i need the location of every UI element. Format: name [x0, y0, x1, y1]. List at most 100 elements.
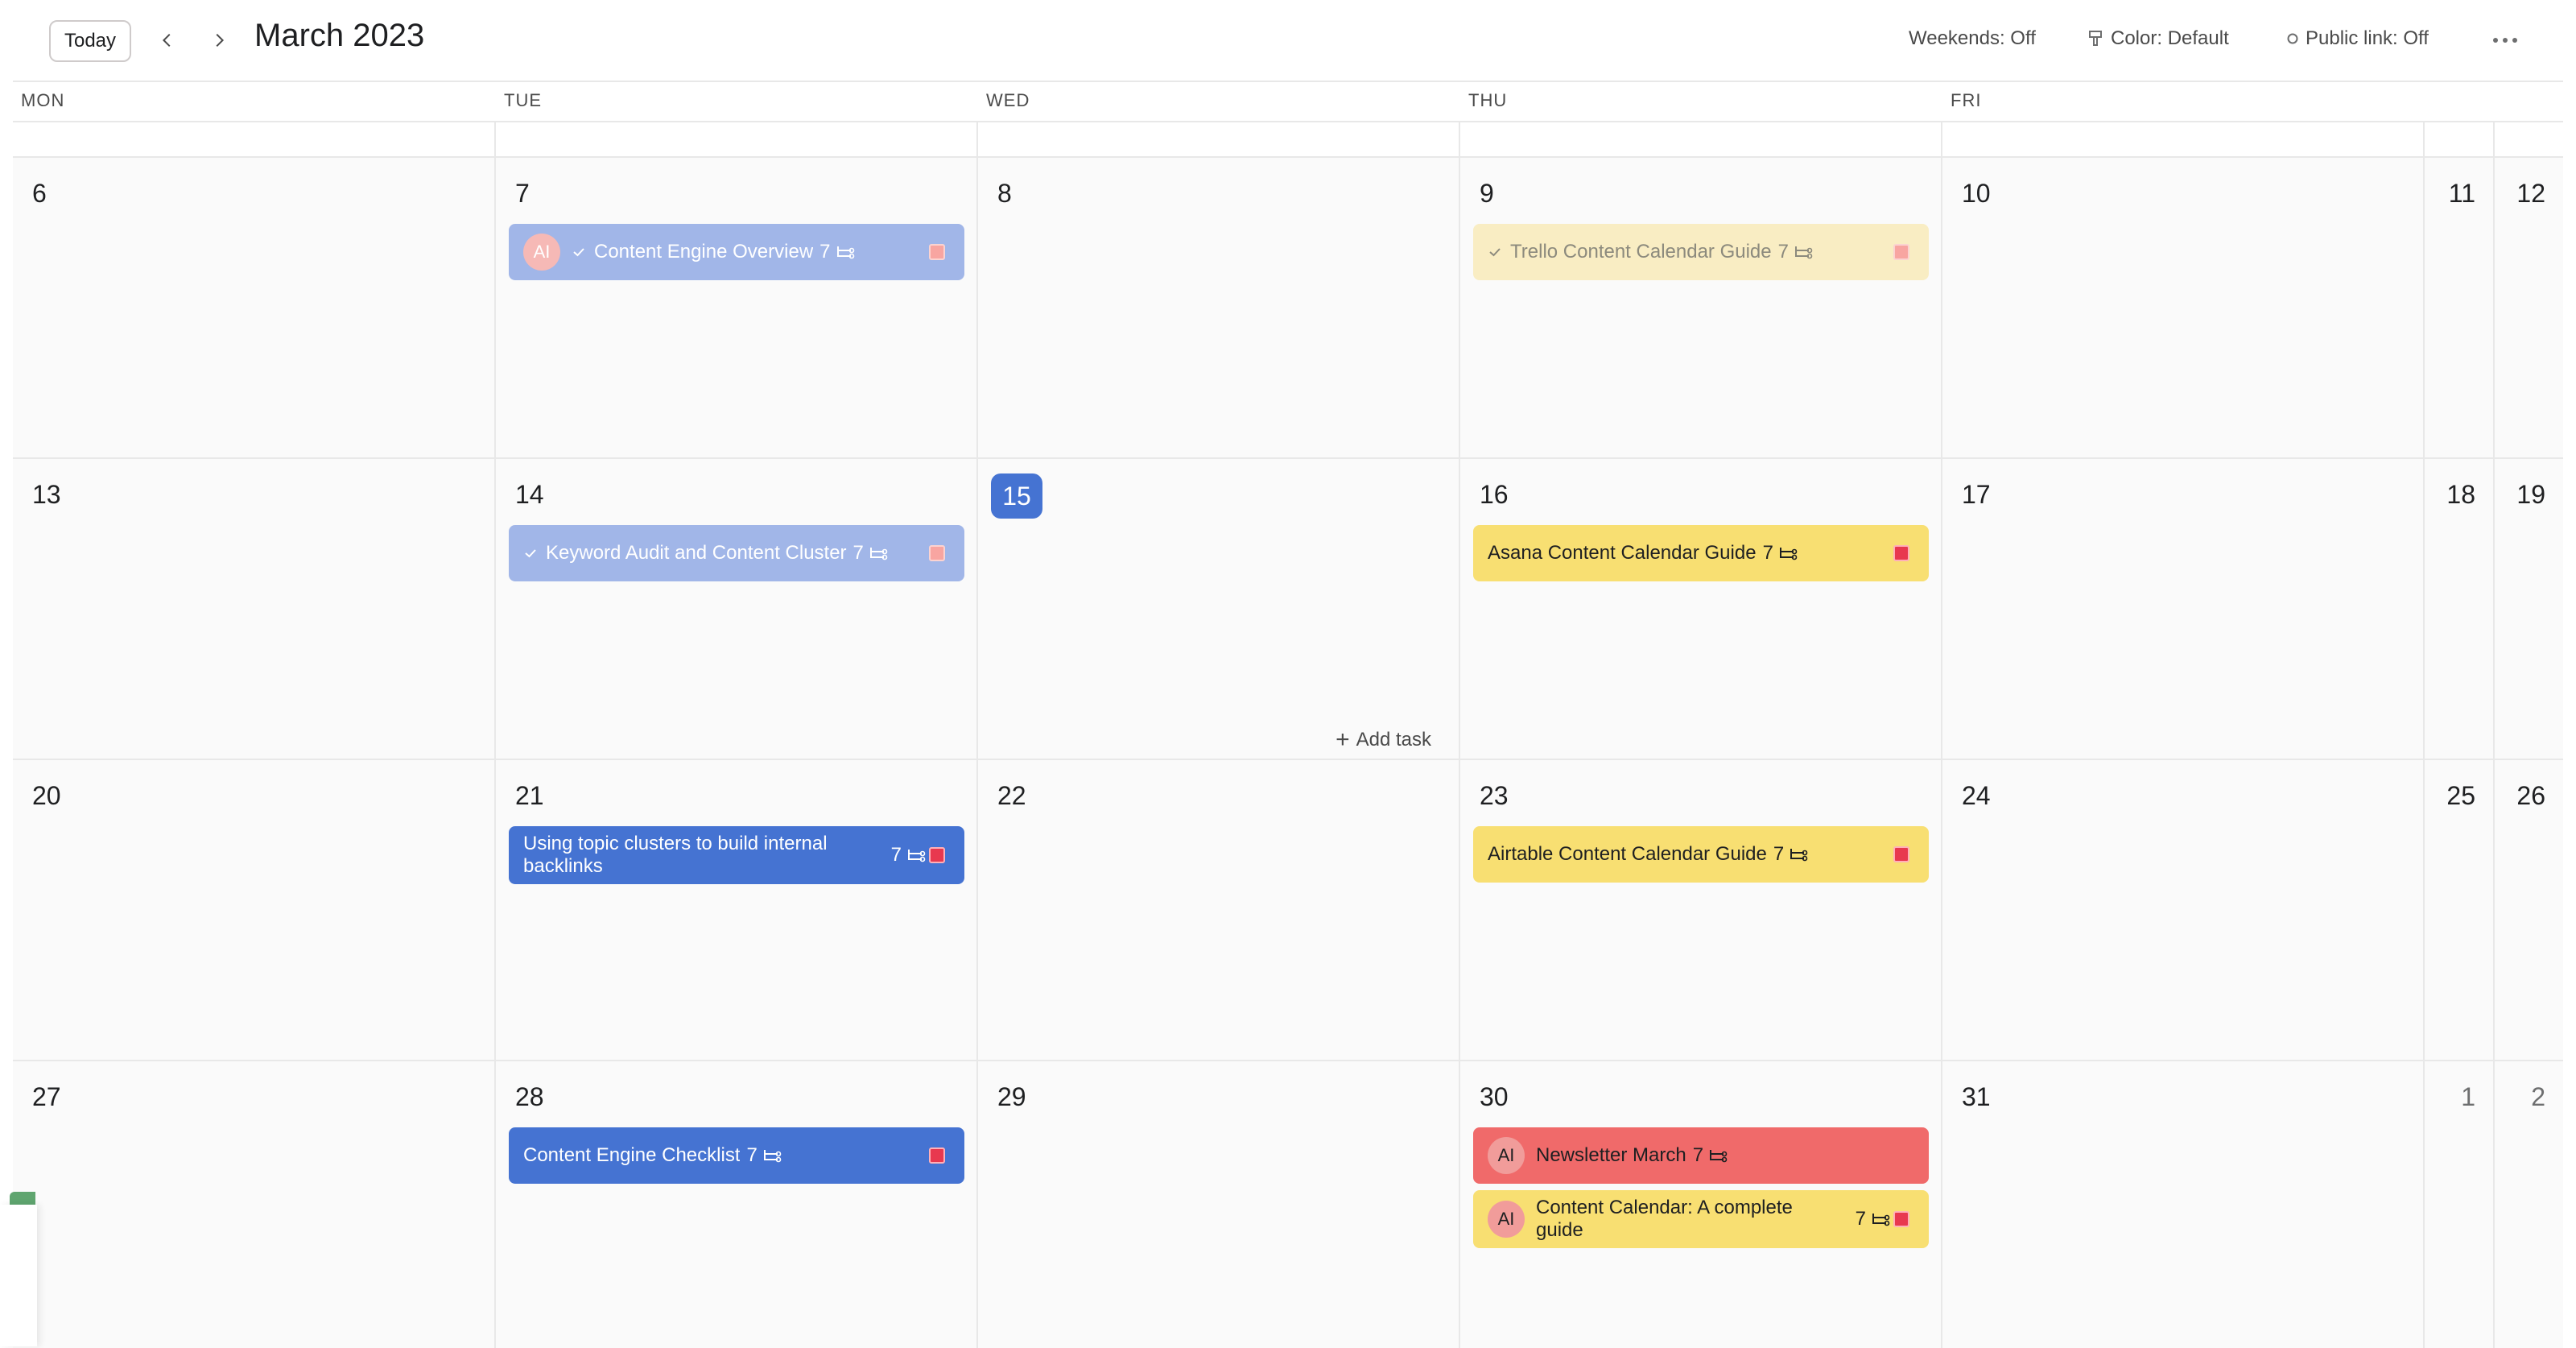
task-title: Content Calendar: A complete guide: [1536, 1197, 1793, 1241]
toolbar: Today March 2023 Weekends: Off Color: De…: [0, 0, 2576, 81]
day-number: 9: [1480, 179, 1494, 208]
day-cell[interactable]: 14 Keyword Audit and Content Cluster 7: [494, 459, 976, 759]
add-task-button[interactable]: + Add task: [1335, 728, 1431, 752]
day-cell[interactable]: 29: [976, 1061, 1459, 1348]
day-cell[interactable]: 10: [1941, 158, 2423, 457]
day-cell[interactable]: 8: [976, 158, 1459, 457]
task-card[interactable]: Asana Content Calendar Guide 7: [1473, 525, 1929, 581]
subtask-count-value: 7: [746, 1144, 758, 1166]
next-month-button[interactable]: [203, 24, 235, 56]
day-cell[interactable]: 18: [2423, 459, 2493, 759]
day-cell[interactable]: 7 AI Content Engine Overview 7: [494, 158, 976, 457]
day-number: 31: [1962, 1082, 1991, 1111]
weekends-label: Weekends: Off: [1909, 27, 2036, 49]
day-cell[interactable]: 20: [13, 760, 494, 1060]
day-number: 2: [2531, 1082, 2545, 1111]
task-card[interactable]: Content Engine Checklist 7: [509, 1127, 964, 1184]
subtask-count: 7: [819, 241, 854, 263]
side-panel-tab[interactable]: [10, 1192, 35, 1205]
priority-flag: [929, 847, 945, 863]
task-card[interactable]: Airtable Content Calendar Guide 7: [1473, 826, 1929, 883]
day-cell[interactable]: 16 Asana Content Calendar Guide 7: [1459, 459, 1941, 759]
day-number: 10: [1962, 179, 1991, 208]
day-cell[interactable]: 6: [13, 158, 494, 457]
day-cell[interactable]: 25: [2423, 760, 2493, 1060]
day-cell[interactable]: 30 AI Newsletter March 7 AI Content Cale…: [1459, 1061, 1941, 1348]
day-number: 17: [1962, 480, 1991, 509]
day-number: 22: [997, 781, 1026, 810]
weekends-toggle[interactable]: Weekends: Off: [1909, 27, 2036, 50]
circle-icon: [2286, 32, 2299, 45]
previous-month-button[interactable]: [151, 24, 184, 56]
task-title: Asana Content Calendar Guide: [1488, 542, 1757, 564]
day-number: 8: [997, 179, 1012, 208]
task-card[interactable]: Using topic clusters to build internal b…: [509, 826, 964, 884]
day-cell[interactable]: 28 Content Engine Checklist 7: [494, 1061, 976, 1348]
day-cell[interactable]: 19: [2493, 459, 2563, 759]
day-cell[interactable]: 24: [1941, 760, 2423, 1060]
day-number: 27: [32, 1082, 61, 1111]
check-icon[interactable]: [523, 546, 538, 560]
day-cell[interactable]: 1: [2423, 1061, 2493, 1348]
week-row: 27 28 Content Engine Checklist 7 29 30 A…: [13, 1060, 2563, 1348]
priority-flag: [1893, 1211, 1909, 1227]
public-link-toggle[interactable]: Public link: Off: [2286, 27, 2429, 50]
avatar: AI: [1488, 1137, 1525, 1174]
task-card[interactable]: AI Content Calendar: A complete guide 7: [1473, 1190, 1929, 1248]
check-icon[interactable]: [1488, 245, 1502, 259]
day-number: 11: [2448, 179, 2475, 208]
task-title: Content Engine Checklist: [523, 1144, 741, 1166]
subtask-icon: [1779, 548, 1798, 560]
task-title: Content Engine Overview: [594, 241, 814, 263]
public-link-label: Public link: Off: [2306, 27, 2429, 49]
day-cell[interactable]: 27: [13, 1061, 494, 1348]
task-title: Trello Content Calendar Guide: [1510, 241, 1772, 263]
subtask-count-value: 7: [1692, 1144, 1704, 1166]
chevron-right-icon: [216, 33, 225, 48]
avatar: AI: [1488, 1201, 1525, 1238]
priority-flag: [1893, 545, 1909, 561]
day-number: 12: [2516, 179, 2545, 208]
day-cell[interactable]: 23 Airtable Content Calendar Guide 7: [1459, 760, 1941, 1060]
day-number: 19: [2516, 480, 2545, 509]
subtask-count-value: 7: [1855, 1208, 1866, 1230]
color-label: Color: Default: [2111, 27, 2229, 49]
day-cell[interactable]: 31: [1941, 1061, 2423, 1348]
weekday-label: WED: [986, 90, 1030, 110]
day-cell-today[interactable]: 15 + Add task: [976, 459, 1459, 759]
all-day-row: [13, 121, 2563, 156]
color-selector[interactable]: Color: Default: [2087, 27, 2229, 50]
day-cell[interactable]: 11: [2423, 158, 2493, 457]
day-cell[interactable]: 9 Trello Content Calendar Guide 7: [1459, 158, 1941, 457]
day-number: 28: [515, 1082, 544, 1111]
subtask-icon: [836, 246, 854, 259]
day-cell[interactable]: 13: [13, 459, 494, 759]
day-cell[interactable]: 12: [2493, 158, 2563, 457]
subtask-count: 7: [1773, 843, 1808, 866]
day-number: 20: [32, 781, 61, 810]
weekday-header: MON TUE WED THU FRI: [13, 82, 2563, 121]
more-icon[interactable]: [2485, 24, 2525, 56]
priority-flag: [929, 545, 945, 561]
day-cell[interactable]: 17: [1941, 459, 2423, 759]
week-row: 20 21 Using topic clusters to build inte…: [13, 759, 2563, 1060]
task-card[interactable]: Keyword Audit and Content Cluster 7: [509, 525, 964, 581]
day-cell[interactable]: 26: [2493, 760, 2563, 1060]
task-card[interactable]: Trello Content Calendar Guide 7: [1473, 224, 1929, 280]
task-title: Keyword Audit and Content Cluster: [546, 542, 847, 564]
subtask-icon: [1794, 246, 1813, 259]
day-number: 24: [1962, 781, 1991, 810]
check-icon[interactable]: [572, 245, 586, 259]
subtask-icon: [869, 548, 888, 560]
weekday-label: FRI: [1951, 90, 1982, 110]
task-card[interactable]: AI Content Engine Overview 7: [509, 224, 964, 280]
day-cell[interactable]: 21 Using topic clusters to build interna…: [494, 760, 976, 1060]
day-number: 26: [2516, 781, 2545, 810]
task-title: Using topic clusters to build internal b…: [523, 833, 828, 877]
weekday-label: TUE: [504, 90, 542, 110]
task-card[interactable]: AI Newsletter March 7: [1473, 1127, 1929, 1184]
today-button[interactable]: Today: [49, 20, 131, 62]
day-cell[interactable]: 22: [976, 760, 1459, 1060]
day-cell[interactable]: 2: [2493, 1061, 2563, 1348]
day-number: 23: [1480, 781, 1509, 810]
